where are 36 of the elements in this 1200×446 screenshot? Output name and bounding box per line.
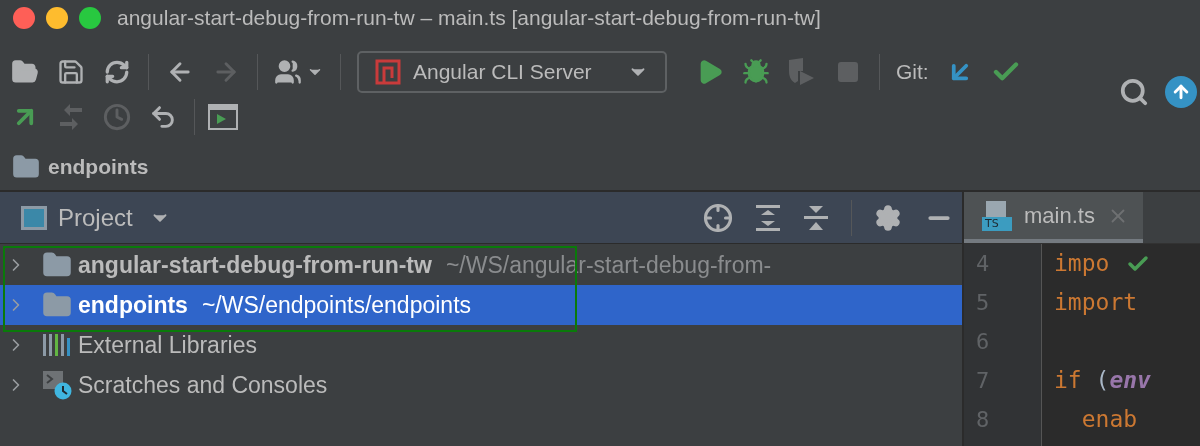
tree-item-label: endpoints [78, 290, 188, 320]
tree-item[interactable]: angular-start-debug-from-run-tw ~/WS/angular-start-debug-from- [0, 245, 962, 285]
up-arrow-icon [1171, 82, 1191, 102]
locate-crosshair-icon[interactable] [703, 202, 733, 233]
tree-item-label: angular-start-debug-from-run-tw [78, 250, 432, 280]
users-icon [274, 58, 302, 86]
tree-item-path: ~/WS/angular-start-debug-from- [445, 250, 772, 280]
minimize-window-button[interactable] [46, 7, 68, 29]
tree-item-label: External Libraries [78, 330, 257, 360]
update-button[interactable] [1165, 76, 1197, 108]
tree-item-path: ~/WS/endpoints/endpoints [201, 290, 472, 320]
code-line: impo [1054, 250, 1110, 276]
zoom-window-button[interactable] [79, 7, 101, 29]
panel-title: Project [58, 202, 133, 233]
code-line: enab [1080, 406, 1138, 432]
editor-tab[interactable]: TS main.ts [964, 192, 1143, 243]
scratch-console-icon [42, 370, 72, 400]
settings-icon[interactable] [874, 203, 902, 232]
git-label: Git: [896, 59, 929, 86]
tree-item[interactable]: External Libraries [0, 325, 962, 365]
window-title: angular-start-debug-from-run-tw – main.ts [angular-start-debug-from-run-tw] [117, 5, 821, 32]
tree-item[interactable]: Scratches and Consoles [0, 365, 962, 405]
library-bars-icon [42, 332, 72, 358]
tree-item[interactable]: endpoints ~/WS/endpoints/endpoints [0, 285, 962, 325]
breadcrumb-item[interactable]: endpoints [48, 151, 149, 183]
folder-icon [12, 153, 40, 181]
collapse-all-icon[interactable] [803, 203, 829, 232]
expand-all-icon[interactable] [755, 203, 781, 232]
close-window-button[interactable] [13, 7, 35, 29]
tree-item-label: Scratches and Consoles [78, 370, 328, 400]
server-config-icon [375, 59, 401, 85]
project-window-icon [20, 204, 48, 231]
search-button[interactable] [1119, 77, 1149, 107]
code-line: if (env [1054, 367, 1151, 393]
run-configuration-dropdown[interactable]: Angular CLI Server [357, 51, 667, 93]
code-line: import [1054, 289, 1138, 315]
